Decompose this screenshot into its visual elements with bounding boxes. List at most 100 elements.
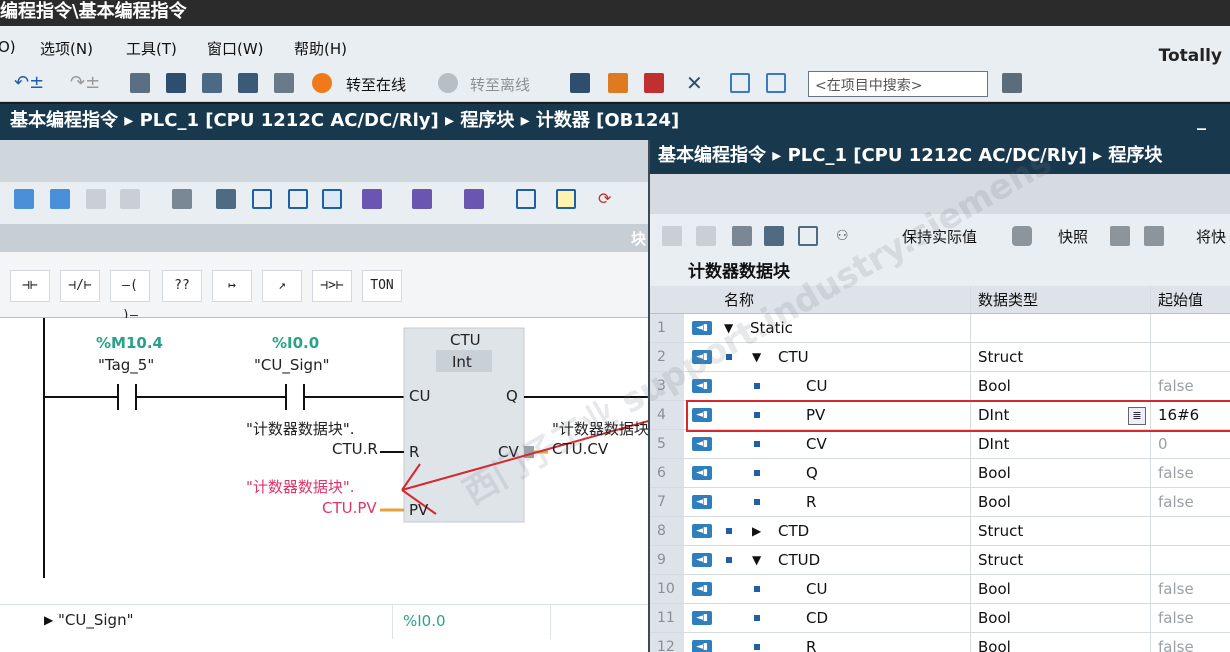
- member-start-value[interactable]: false: [1158, 575, 1194, 603]
- keep-actual-values-button[interactable]: 保持实际值: [902, 226, 977, 247]
- r-operand-line1[interactable]: "计数器数据块".: [246, 418, 355, 439]
- menu-item-options[interactable]: 选项(N): [40, 38, 93, 59]
- menu-item-tools[interactable]: 工具(T): [126, 38, 177, 59]
- member-name[interactable]: Q: [806, 459, 818, 487]
- add-row-icon[interactable]: [120, 189, 140, 209]
- db-row[interactable]: 1 ◄▮ ▼ Static: [650, 314, 1230, 343]
- shift-icon[interactable]: [412, 189, 432, 209]
- db-row[interactable]: 10 ◄▮ CU Bool false: [650, 575, 1230, 604]
- collapse-arrow-icon[interactable]: ▼: [752, 546, 761, 574]
- start-cpu-icon[interactable]: [608, 73, 628, 93]
- menu-item-help[interactable]: 帮助(H): [294, 38, 347, 59]
- cross-reference-icon[interactable]: ✕: [686, 73, 706, 93]
- simulate-icon[interactable]: [238, 73, 258, 93]
- runtime-icon[interactable]: [274, 73, 294, 93]
- load-snapshot-icon[interactable]: [1144, 226, 1164, 246]
- member-name[interactable]: CTU: [778, 343, 809, 371]
- r-operand-line2[interactable]: CTU.R: [332, 440, 378, 458]
- minimize-button[interactable]: _: [1197, 104, 1206, 138]
- member-datatype[interactable]: Bool: [978, 575, 1011, 603]
- header-start-value[interactable]: 起始值: [1158, 286, 1203, 313]
- highlight-icon[interactable]: [556, 189, 576, 209]
- upload-icon[interactable]: [166, 73, 186, 93]
- snapshot-icon[interactable]: [1012, 226, 1032, 246]
- reset-start-values-icon[interactable]: [732, 226, 752, 246]
- expand-all-icon[interactable]: [764, 226, 784, 246]
- member-datatype[interactable]: Bool: [978, 488, 1011, 516]
- coil-button[interactable]: –( )–: [110, 270, 150, 323]
- compile-icon[interactable]: [202, 73, 222, 93]
- no-contact-button[interactable]: ⊣⊢: [10, 270, 50, 302]
- favorites-icon[interactable]: [362, 189, 382, 209]
- split-horizontal-icon[interactable]: [730, 73, 750, 93]
- db-row[interactable]: 3 ◄▮ CU Bool false: [650, 372, 1230, 401]
- contact1-tag[interactable]: "Tag_5": [98, 356, 154, 374]
- db-row[interactable]: 6 ◄▮ Q Bool false: [650, 459, 1230, 488]
- member-datatype[interactable]: Bool: [978, 604, 1011, 632]
- db-row[interactable]: 2 ◄▮ ▼ CTU Struct: [650, 343, 1230, 372]
- download-icon[interactable]: [130, 73, 150, 93]
- expand-arrow-icon[interactable]: ▶: [44, 613, 53, 627]
- insert-row-icon[interactable]: [662, 226, 682, 246]
- member-datatype[interactable]: Struct: [978, 517, 1023, 545]
- member-name[interactable]: Static: [750, 314, 793, 342]
- member-name[interactable]: CTUD: [778, 546, 820, 574]
- menu-item-online-cut[interactable]: O): [0, 38, 16, 56]
- stop-cpu-icon[interactable]: [644, 73, 664, 93]
- split-vertical-icon[interactable]: [766, 73, 786, 93]
- member-datatype[interactable]: DInt: [978, 401, 1009, 429]
- insert-network-icon[interactable]: [14, 189, 34, 209]
- move-icon[interactable]: [464, 189, 484, 209]
- search-project-icon[interactable]: [1002, 73, 1022, 93]
- member-name[interactable]: R: [806, 633, 816, 652]
- member-name[interactable]: CD: [806, 604, 828, 632]
- add-row-icon[interactable]: [696, 226, 716, 246]
- rewire-icon[interactable]: [172, 189, 192, 209]
- member-datatype[interactable]: Bool: [978, 372, 1011, 400]
- member-start-value[interactable]: false: [1158, 604, 1194, 632]
- member-name[interactable]: CTD: [778, 517, 809, 545]
- db-row[interactable]: 8 ◄▮ ▶ CTD Struct: [650, 517, 1230, 546]
- close-branch-button[interactable]: ↗: [262, 270, 302, 302]
- go-online-button[interactable]: 转至在线: [346, 74, 406, 95]
- insert-row-icon[interactable]: [86, 189, 106, 209]
- list-icon[interactable]: [516, 189, 536, 209]
- member-start-value[interactable]: false: [1158, 488, 1194, 516]
- member-name[interactable]: PV: [806, 401, 825, 429]
- monitor-all-icon[interactable]: ⚇: [836, 226, 856, 246]
- member-datatype[interactable]: Bool: [978, 633, 1011, 652]
- member-start-value[interactable]: 16#6: [1158, 401, 1199, 429]
- cv-operand-line2[interactable]: CTU.CV: [552, 440, 608, 458]
- open-branch-button[interactable]: ↦: [212, 270, 252, 302]
- open-all-networks-icon[interactable]: [252, 189, 272, 209]
- db-row[interactable]: 7 ◄▮ R Bool false: [650, 488, 1230, 517]
- db-row[interactable]: 11 ◄▮ CD Bool false: [650, 604, 1230, 633]
- snapshot-button[interactable]: 快照: [1058, 226, 1088, 247]
- member-datatype[interactable]: DInt: [978, 430, 1009, 458]
- pv-operand-line2[interactable]: CTU.PV: [322, 499, 377, 517]
- snapshot-to-start-button[interactable]: 将快: [1196, 226, 1226, 247]
- close-all-networks-icon[interactable]: [288, 189, 308, 209]
- member-datatype[interactable]: Struct: [978, 546, 1023, 574]
- member-start-value[interactable]: false: [1158, 459, 1194, 487]
- pv-operand-line1[interactable]: "计数器数据块".: [246, 476, 355, 497]
- member-name[interactable]: R: [806, 488, 816, 516]
- db-row[interactable]: 4 ◄▮ PV DInt ≣ 16#6: [650, 401, 1230, 430]
- collapse-all-icon[interactable]: [798, 226, 818, 246]
- member-datatype[interactable]: Bool: [978, 459, 1011, 487]
- copy-snapshot-icon[interactable]: [1110, 226, 1130, 246]
- member-name[interactable]: CU: [806, 372, 827, 400]
- accessible-devices-icon[interactable]: [570, 73, 590, 93]
- ton-button[interactable]: TON: [362, 270, 402, 302]
- empty-box-button[interactable]: ??: [162, 270, 202, 302]
- db-row[interactable]: 12 ◄▮ R Bool false: [650, 633, 1230, 652]
- collapse-arrow-icon[interactable]: ▼: [724, 314, 733, 342]
- redo-icon[interactable]: ↷±: [70, 73, 100, 93]
- delete-network-icon[interactable]: [50, 189, 70, 209]
- cv-operand-line1[interactable]: "计数器数据块: [552, 418, 649, 439]
- datatype-picker-icon[interactable]: ≣: [1128, 407, 1146, 425]
- nc-contact-button[interactable]: ⊣/⊢: [60, 270, 100, 302]
- collapse-arrow-icon[interactable]: ▼: [752, 343, 761, 371]
- db-row[interactable]: 5 ◄▮ CV DInt 0: [650, 430, 1230, 459]
- member-name[interactable]: CV: [806, 430, 827, 458]
